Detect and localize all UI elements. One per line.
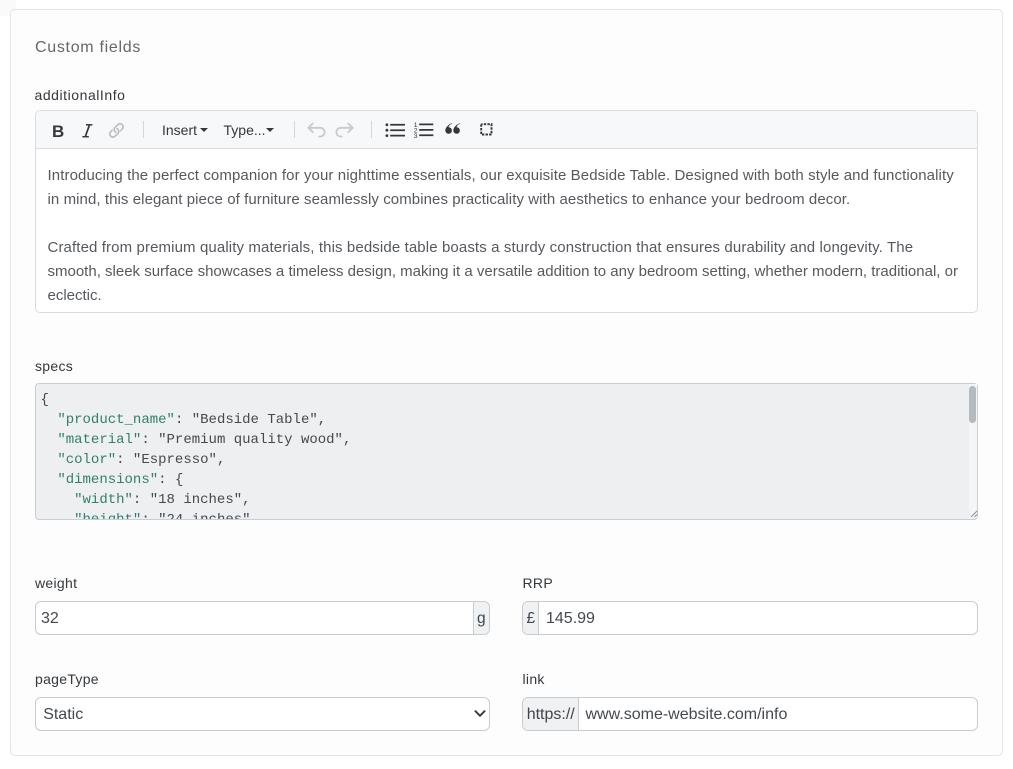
svg-text:3: 3 <box>413 133 417 139</box>
